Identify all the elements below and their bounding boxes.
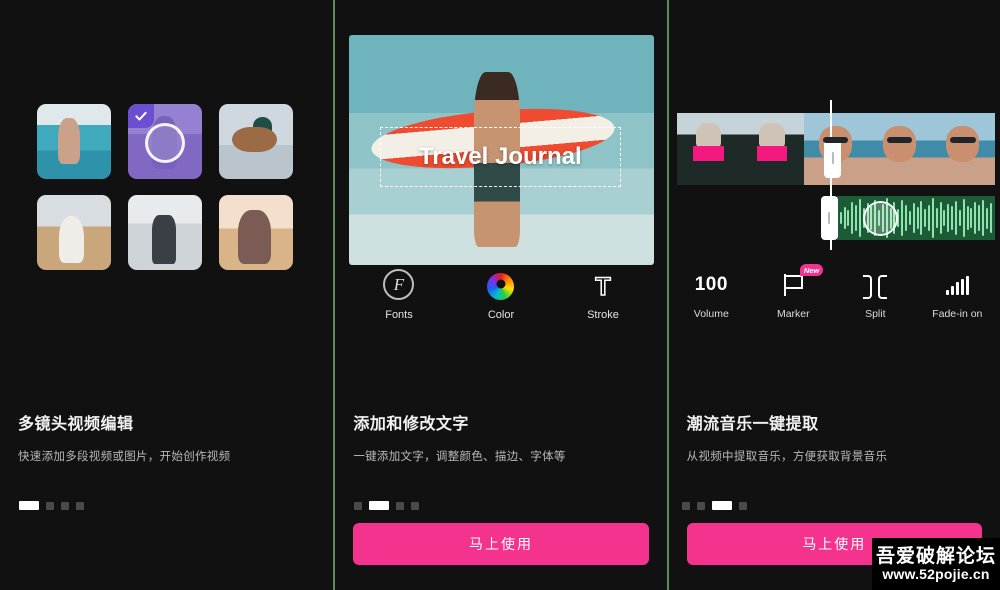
- flag-icon: New: [783, 264, 824, 298]
- page-dot[interactable]: [354, 501, 363, 510]
- page-dot[interactable]: [738, 501, 747, 510]
- thumbnail-beach-dance[interactable]: [37, 104, 111, 179]
- tool-label: Split: [865, 308, 886, 320]
- waveform: [837, 196, 995, 240]
- tool-label: Volume: [693, 308, 729, 320]
- video-timeline[interactable]: [669, 100, 1000, 250]
- fade-in-icon: [945, 272, 969, 298]
- page-dot[interactable]: [61, 501, 69, 510]
- video-preview[interactable]: Travel Journal: [349, 35, 655, 265]
- tool-label: Fonts: [385, 309, 413, 321]
- fonts-icon: F: [383, 268, 415, 300]
- fonts-glyph: F: [393, 274, 405, 294]
- page-indicator[interactable]: [681, 501, 747, 510]
- overlay-text: Travel Journal: [418, 142, 582, 170]
- tool-marker[interactable]: New Marker: [765, 264, 824, 320]
- panel-caption: 添加和修改文字 一键添加文字，调整颜色、描边、字体等: [353, 410, 648, 464]
- text-toolbar: F Fonts Color T Stroke: [335, 268, 666, 321]
- thumbnail-field-dress[interactable]: [37, 195, 111, 270]
- text-selection-box[interactable]: Travel Journal: [379, 127, 621, 187]
- tool-label: Fade-in on: [932, 308, 983, 320]
- thumbnail-image: [37, 195, 111, 270]
- page-dot[interactable]: [396, 501, 405, 510]
- page-indicator[interactable]: [19, 501, 84, 510]
- page-dot[interactable]: [696, 501, 705, 510]
- thumbnail-image: [219, 104, 293, 179]
- check-icon: [128, 104, 154, 128]
- audio-track[interactable]: [836, 196, 995, 240]
- tool-label: Color: [487, 309, 515, 321]
- page-subtitle: 快速添加多段视频或图片，开始创作视频: [18, 451, 231, 463]
- page-dot[interactable]: [681, 501, 690, 510]
- thumbnail-guitar-walk[interactable]: [219, 104, 293, 179]
- page-dot[interactable]: [711, 501, 732, 510]
- new-badge: New: [799, 264, 824, 276]
- filmstrip-frame: [676, 113, 741, 185]
- thumbnail-image: [37, 104, 111, 179]
- stroke-icon: T: [595, 268, 612, 301]
- thumbnail-snow-backpack[interactable]: [128, 195, 202, 270]
- watermark-line-1: 吾爱破解论坛: [875, 545, 996, 567]
- media-thumbnail-grid: [37, 104, 293, 270]
- page-subtitle: 一键添加文字，调整颜色、描边、字体等: [353, 451, 566, 463]
- volume-icon: 100: [695, 272, 728, 298]
- split-icon: [863, 272, 888, 299]
- page-dot[interactable]: [76, 501, 84, 510]
- panel-audio-extract: 100 Volume New Marker Split Fade-in on 潮…: [666, 0, 1000, 590]
- onboarding-screens: 多镜头视频编辑 快速添加多段视频或图片，开始创作视频 Travel Journa…: [0, 0, 1000, 590]
- watermark-line-2: www.52pojie.cn: [882, 565, 990, 582]
- page-indicator[interactable]: [354, 501, 420, 510]
- page-title: 添加和修改文字: [353, 416, 469, 433]
- color-wheel-icon: [487, 268, 515, 300]
- panel-text-editor: Travel Journal F Fonts Color T Stroke 添加…: [333, 0, 667, 590]
- thumbnail-image: [219, 195, 293, 270]
- watermark: 吾爱破解论坛 www.52pojie.cn: [871, 538, 1000, 590]
- thumbnail-sunset-woman[interactable]: [219, 195, 293, 270]
- tool-label: Stroke: [587, 309, 619, 321]
- tool-split[interactable]: Split: [847, 272, 903, 320]
- panel-media-picker: 多镜头视频编辑 快速添加多段视频或图片，开始创作视频: [0, 0, 334, 590]
- tool-stroke[interactable]: T Stroke: [572, 268, 634, 321]
- use-now-button[interactable]: 马上使用: [353, 523, 649, 565]
- page-dot[interactable]: [46, 501, 54, 510]
- page-dot[interactable]: [369, 501, 390, 510]
- audio-toolbar: 100 Volume New Marker Split Fade-in on: [669, 264, 1000, 320]
- filmstrip-frame: [740, 113, 804, 185]
- thumbnail-image: [128, 195, 202, 270]
- page-dot[interactable]: [19, 501, 39, 510]
- tool-color[interactable]: Color: [470, 268, 532, 321]
- thumbnail-couple-purple[interactable]: [128, 104, 202, 179]
- tool-label: Marker: [776, 308, 810, 320]
- page-title: 多镜头视频编辑: [18, 416, 134, 433]
- panel-caption: 多镜头视频编辑 快速添加多段视频或图片，开始创作视频: [18, 410, 315, 464]
- tool-fade-in[interactable]: Fade-in on: [929, 272, 985, 320]
- filmstrip-frame: [867, 113, 932, 185]
- filmstrip-frame: [931, 113, 995, 185]
- stroke-glyph: T: [595, 273, 612, 301]
- trim-handle-icon[interactable]: [823, 138, 841, 178]
- volume-value: 100: [694, 274, 728, 295]
- page-subtitle: 从视频中提取音乐，方便获取背景音乐: [686, 451, 888, 463]
- page-title: 潮流音乐一键提取: [686, 416, 819, 433]
- tool-fonts[interactable]: F Fonts: [368, 268, 430, 321]
- playhead-icon[interactable]: [829, 100, 832, 250]
- loading-ring-icon: [145, 123, 185, 163]
- tool-volume[interactable]: 100 Volume: [683, 272, 739, 320]
- panel-caption: 潮流音乐一键提取 从视频中提取音乐，方便获取背景音乐: [687, 410, 982, 464]
- audio-cursor-icon[interactable]: [862, 201, 898, 236]
- page-dot[interactable]: [411, 501, 420, 510]
